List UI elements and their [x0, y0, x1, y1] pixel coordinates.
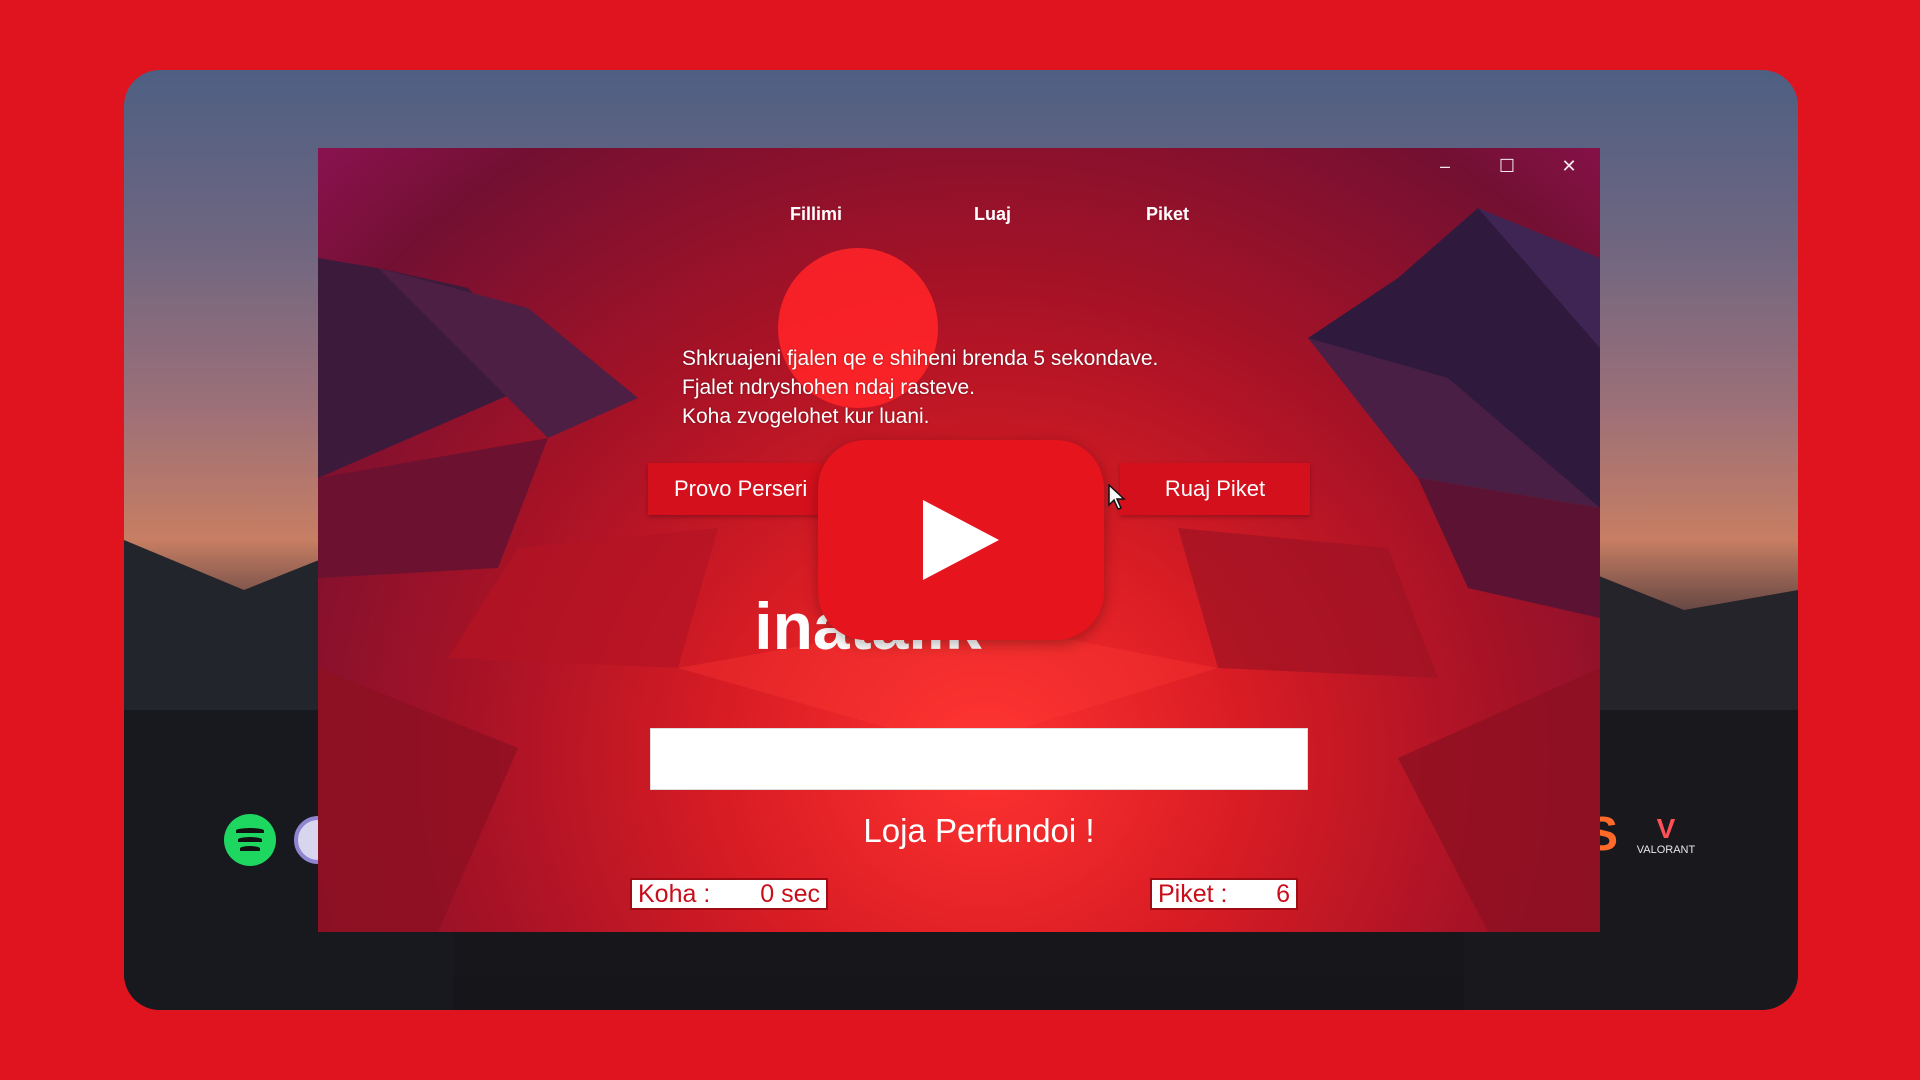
youtube-play-button[interactable] — [818, 440, 1104, 640]
instruction-line: Shkruajeni fjalen qe e shiheni brenda 5 … — [682, 347, 1159, 370]
score-value: 6 — [1276, 879, 1290, 908]
valorant-logo: V — [1656, 813, 1676, 844]
mouse-cursor-icon — [1108, 484, 1126, 510]
spotify-icon[interactable] — [224, 814, 276, 866]
play-icon — [923, 500, 999, 580]
instruction-line: Koha zvogelohet kur luani. — [682, 405, 930, 428]
nav-piket[interactable]: Piket — [1146, 204, 1189, 225]
maximize-button[interactable]: ☐ — [1476, 148, 1538, 184]
minimize-button[interactable]: – — [1414, 148, 1476, 184]
window-controls: – ☐ ✕ — [1414, 148, 1600, 184]
valorant-label: VALORANT — [1636, 844, 1696, 856]
score-display: Piket : 6 — [1150, 878, 1298, 910]
time-value: 0 sec — [760, 879, 820, 908]
top-nav: Fillimi Luaj Piket — [318, 204, 1600, 234]
close-button[interactable]: ✕ — [1538, 148, 1600, 184]
save-score-button[interactable]: Ruaj Piket — [1120, 463, 1310, 515]
game-instructions: Shkruajeni fjalen qe e shiheni brenda 5 … — [682, 344, 1158, 431]
nav-fillimi[interactable]: Fillimi — [790, 204, 842, 225]
time-display: Koha : 0 sec — [630, 878, 828, 910]
valorant-icon[interactable]: V VALORANT — [1634, 814, 1698, 868]
game-status: Loja Perfundoi ! — [863, 812, 1095, 849]
nav-luaj[interactable]: Luaj — [974, 204, 1011, 225]
instruction-line: Fjalet ndryshohen ndaj rasteve. — [682, 376, 976, 399]
time-label: Koha : — [638, 879, 711, 908]
score-label: Piket : — [1158, 879, 1228, 908]
word-input[interactable] — [650, 728, 1308, 790]
